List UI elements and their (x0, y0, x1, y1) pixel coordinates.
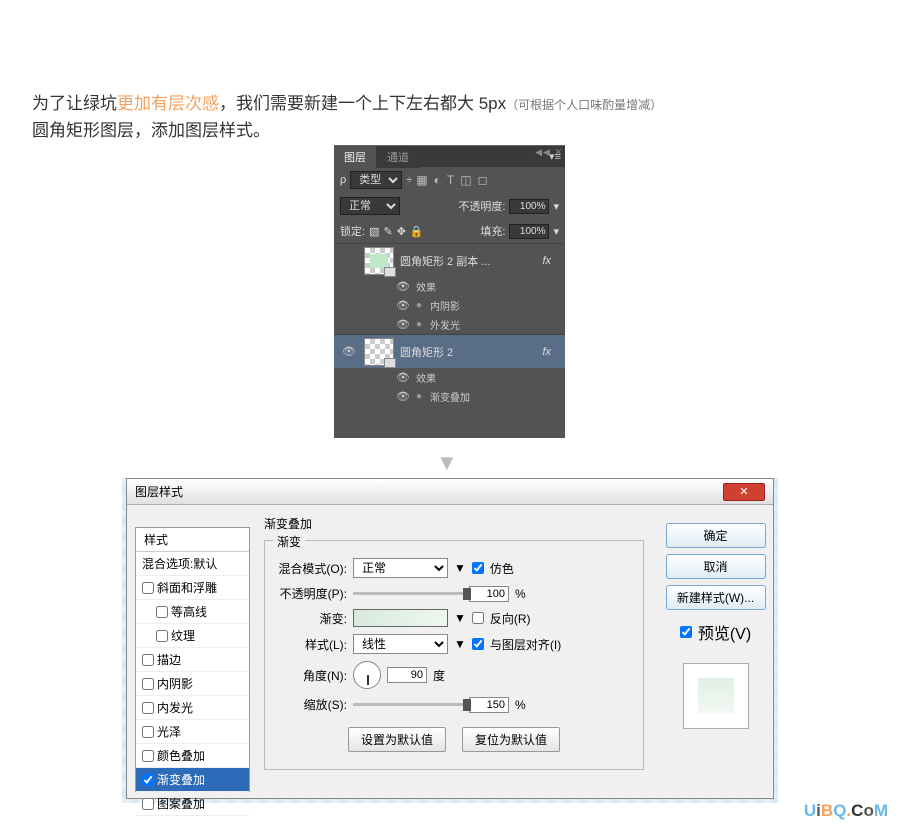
filter-type-select[interactable]: 类型 (350, 171, 402, 189)
lock-position-icon[interactable]: ✥ (397, 225, 406, 238)
angle-input[interactable] (387, 667, 427, 683)
contour-option[interactable]: 等高线 (136, 600, 249, 624)
layer-row-copy[interactable]: 圆角矩形 2 副本 ... fx (334, 243, 565, 277)
opacity-input[interactable] (469, 586, 509, 602)
blend-mode-select[interactable]: 正常 (340, 197, 400, 215)
ok-button[interactable]: 确定 (666, 523, 766, 548)
texture-option[interactable]: 纹理 (136, 624, 249, 648)
bevel-option[interactable]: 斜面和浮雕 (136, 576, 249, 600)
type-filter-icon[interactable]: T (447, 173, 454, 187)
layer-row-selected[interactable]: 👁 圆角矩形 2 fx (334, 334, 565, 368)
dither-checkbox[interactable] (472, 562, 484, 574)
reset-default-button[interactable]: 复位为默认值 (462, 727, 560, 752)
visibility-toggle-icon[interactable]: 👁 (394, 299, 412, 312)
adjust-filter-icon[interactable]: ◐ (434, 173, 441, 187)
style-list: 样式 混合选项:默认 斜面和浮雕 等高线 纹理 描边 内阴影 内发光 光泽 颜色… (135, 527, 250, 792)
pattern-overlay-option[interactable]: 图案叠加 (136, 792, 249, 816)
fx-badge[interactable]: fx (542, 255, 551, 267)
inner-glow-option[interactable]: 内发光 (136, 696, 249, 720)
preview-checkbox[interactable] (680, 626, 692, 638)
layers-panel: ◀◀ ✕ 图层 通道 ▾≡ ρ 类型 ÷ ▦ ◐ T ◫ ◻ 正常 不透明度: … (334, 145, 565, 438)
gradient-style-select[interactable]: 线性 (353, 634, 448, 654)
intro-text: 为了让绿坑更加有层次感，我们需要新建一个上下左右都大 5px（可根据个人口味酌量… (32, 90, 662, 144)
opacity-slider[interactable] (353, 592, 463, 595)
opacity-input[interactable]: 100% (509, 199, 549, 214)
stroke-option[interactable]: 描边 (136, 648, 249, 672)
tab-layers[interactable]: 图层 (334, 146, 376, 168)
reverse-checkbox[interactable] (472, 612, 484, 624)
lock-all-icon[interactable]: 🔒 (410, 225, 424, 238)
inner-shadow-option[interactable]: 内阴影 (136, 672, 249, 696)
lock-transparency-icon[interactable]: ▧ (369, 225, 379, 238)
visibility-toggle-icon[interactable]: 👁 (394, 318, 412, 331)
satin-option[interactable]: 光泽 (136, 720, 249, 744)
smart-filter-icon[interactable]: ◻ (478, 173, 488, 187)
section-title: 渐变叠加 (264, 515, 644, 532)
gradient-picker[interactable] (353, 609, 448, 627)
layer-style-dialog: 图层样式 ✕ 样式 混合选项:默认 斜面和浮雕 等高线 纹理 描边 内阴影 内发… (126, 478, 774, 799)
gradient-overlay-option[interactable]: 渐变叠加 (136, 768, 249, 792)
new-style-button[interactable]: 新建样式(W)... (666, 585, 766, 610)
cancel-button[interactable]: 取消 (666, 554, 766, 579)
angle-dial[interactable] (353, 661, 381, 689)
scale-slider[interactable] (353, 703, 463, 706)
dialog-titlebar[interactable]: 图层样式 ✕ (127, 479, 773, 505)
fieldset-legend: 渐变 (273, 533, 305, 550)
tab-channels[interactable]: 通道 (377, 146, 419, 168)
fill-input[interactable]: 100% (509, 224, 549, 239)
visibility-toggle-icon[interactable]: 👁 (394, 390, 412, 403)
color-overlay-option[interactable]: 颜色叠加 (136, 744, 249, 768)
pixel-filter-icon[interactable]: ▦ (416, 173, 427, 187)
blend-mode-select[interactable]: 正常 (353, 558, 448, 578)
blending-options[interactable]: 混合选项:默认 (136, 552, 249, 576)
layer-thumbnail[interactable] (364, 247, 394, 275)
set-default-button[interactable]: 设置为默认值 (348, 727, 446, 752)
watermark: UiBQ.CoM (804, 801, 888, 821)
lock-paint-icon[interactable]: ✎ (383, 225, 392, 238)
visibility-toggle-icon[interactable]: 👁 (394, 371, 412, 384)
fx-badge[interactable]: fx (542, 346, 551, 358)
scale-input[interactable] (469, 697, 509, 713)
visibility-toggle-icon[interactable]: 👁 (340, 345, 358, 358)
styles-header[interactable]: 样式 (136, 528, 249, 552)
close-button[interactable]: ✕ (723, 483, 765, 501)
layer-thumbnail[interactable] (364, 338, 394, 366)
preview-swatch (683, 663, 749, 729)
align-checkbox[interactable] (472, 638, 484, 650)
shape-filter-icon[interactable]: ◫ (460, 173, 471, 187)
visibility-toggle-icon[interactable]: 👁 (394, 280, 412, 293)
